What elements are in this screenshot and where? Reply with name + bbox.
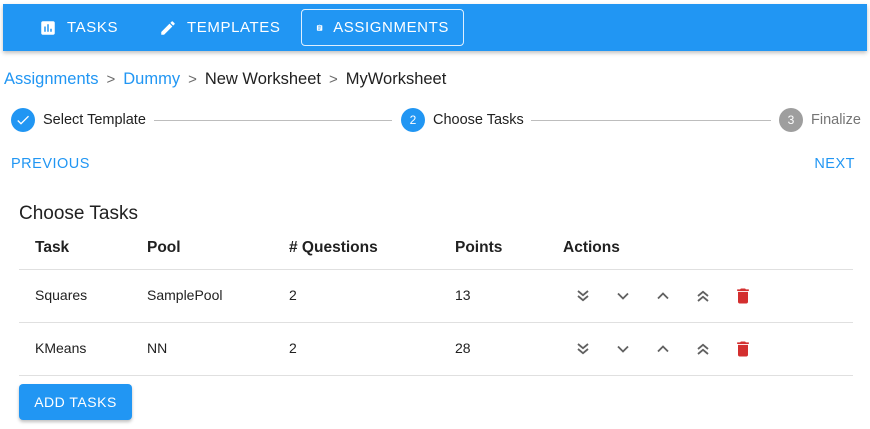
- breadcrumb-separator: >: [329, 70, 338, 88]
- column-header-pool: Pool: [147, 239, 181, 256]
- table-divider: [19, 269, 853, 270]
- pencil-icon: [161, 20, 175, 35]
- step-number-badge: 2: [401, 108, 425, 132]
- breadcrumb-separator: >: [106, 70, 116, 88]
- step-number-badge: 3: [779, 108, 803, 132]
- breadcrumb-current-page: MyWorksheet: [345, 69, 447, 88]
- column-header-task: Task: [35, 239, 70, 256]
- step-completed-check-icon: [11, 108, 35, 132]
- add-tasks-button[interactable]: ADD TASKS: [19, 384, 132, 420]
- nav-templates-button[interactable]: TEMPLATES: [145, 9, 294, 46]
- move-down-chevron-down-icon[interactable]: [611, 337, 635, 361]
- cell-pool: SamplePool: [147, 287, 223, 303]
- step-select-template[interactable]: Select Template: [11, 107, 146, 133]
- nav-assignments-label: ASSIGNMENTS: [333, 19, 449, 36]
- bar-chart-icon: [41, 20, 55, 35]
- next-button[interactable]: NEXT: [814, 156, 855, 172]
- move-to-top-double-chevron-up-icon[interactable]: [691, 337, 715, 361]
- cell-points: 13: [455, 287, 471, 303]
- breadcrumb-dummy-link[interactable]: Dummy: [123, 70, 180, 89]
- nav-tasks-label: TASKS: [67, 19, 119, 36]
- nav-tasks-button[interactable]: TASKS: [25, 9, 132, 46]
- section-title: Choose Tasks: [19, 203, 138, 224]
- top-app-bar: TASKS TEMPLATES ASSIGNMENTS: [3, 4, 867, 51]
- move-down-chevron-down-icon[interactable]: [611, 284, 635, 308]
- breadcrumb-assignments-link[interactable]: Assignments: [4, 70, 98, 89]
- breadcrumb-separator: >: [188, 70, 197, 88]
- column-header-points: Points: [455, 239, 503, 256]
- previous-button[interactable]: PREVIOUS: [11, 156, 90, 172]
- delete-trash-icon[interactable]: [731, 284, 755, 308]
- step-label: Select Template: [43, 112, 146, 128]
- cell-pool: NN: [147, 340, 168, 356]
- move-to-bottom-double-chevron-down-icon[interactable]: [571, 284, 595, 308]
- breadcrumb-new-worksheet: New Worksheet: [204, 69, 321, 88]
- step-connector: [154, 120, 392, 121]
- move-to-bottom-double-chevron-down-icon[interactable]: [571, 337, 595, 361]
- cell-questions: 2: [289, 340, 297, 356]
- step-label: Finalize: [811, 112, 861, 128]
- step-choose-tasks[interactable]: 2 Choose Tasks: [401, 107, 524, 133]
- cell-task: Squares: [35, 287, 88, 303]
- column-header-questions: # Questions: [289, 239, 378, 256]
- step-label: Choose Tasks: [433, 112, 524, 128]
- nav-assignments-button[interactable]: ASSIGNMENTS: [301, 9, 464, 46]
- move-to-top-double-chevron-up-icon[interactable]: [691, 284, 715, 308]
- delete-trash-icon[interactable]: [731, 337, 755, 361]
- step-finalize[interactable]: 3 Finalize: [779, 107, 861, 133]
- move-up-chevron-up-icon[interactable]: [651, 337, 675, 361]
- table-divider: [19, 375, 853, 376]
- nav-templates-label: TEMPLATES: [187, 19, 281, 36]
- cell-points: 28: [455, 340, 471, 356]
- move-up-chevron-up-icon[interactable]: [651, 284, 675, 308]
- column-header-actions: Actions: [563, 239, 620, 256]
- cell-task: KMeans: [35, 340, 87, 356]
- table-divider: [19, 322, 853, 323]
- cell-questions: 2: [289, 287, 297, 303]
- breadcrumb: Assignments > Dummy > New Worksheet > My…: [4, 68, 446, 90]
- clipboard-icon: [316, 24, 323, 31]
- step-connector: [531, 120, 771, 121]
